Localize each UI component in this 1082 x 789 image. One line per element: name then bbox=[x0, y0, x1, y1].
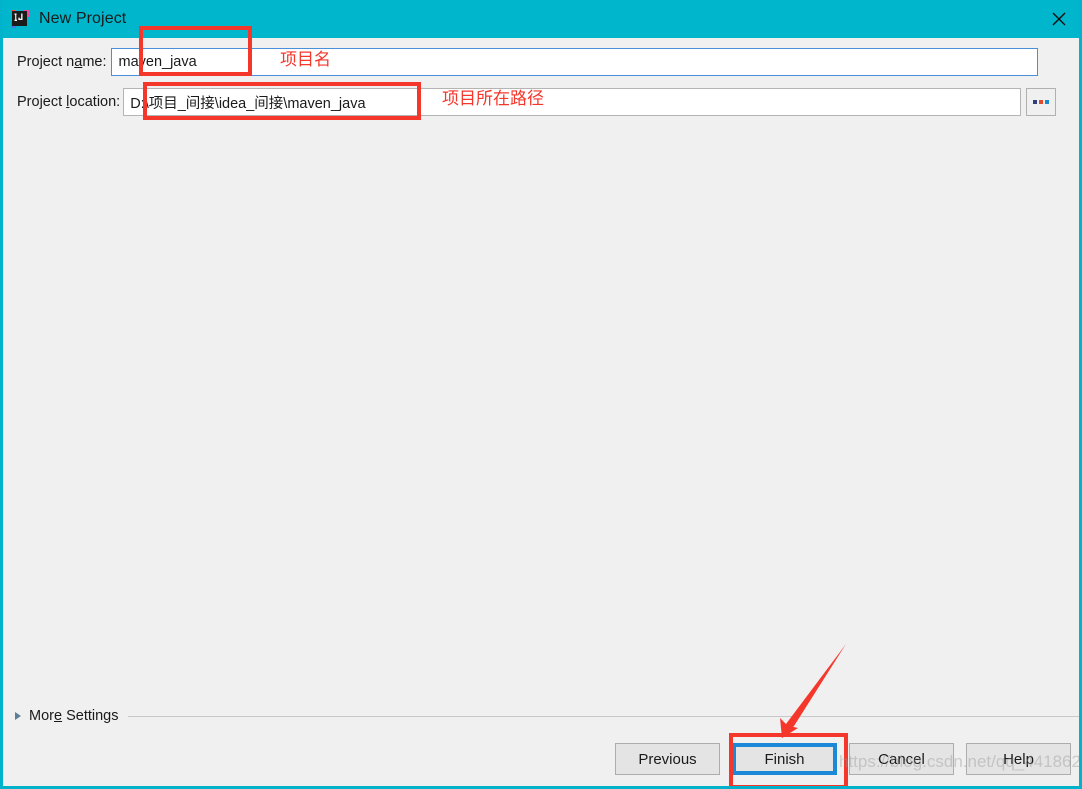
close-icon[interactable] bbox=[1036, 0, 1079, 38]
dialog-button-bar: Previous Finish Cancel Help bbox=[3, 732, 1079, 786]
project-location-input[interactable]: D:\项目_间接\idea_间接\maven_java bbox=[123, 88, 1022, 116]
finish-button[interactable]: Finish bbox=[732, 743, 837, 775]
previous-button[interactable]: Previous bbox=[615, 743, 720, 775]
triangle-right-icon[interactable] bbox=[15, 712, 21, 720]
annotation-text-project-location: 项目所在路径 bbox=[442, 89, 544, 109]
intellij-idea-icon bbox=[11, 10, 29, 28]
project-name-row: Project name: maven_java bbox=[3, 47, 1079, 77]
project-name-input[interactable]: maven_java bbox=[111, 48, 1039, 76]
new-project-dialog: New Project Project name: maven_java Pro… bbox=[0, 0, 1082, 789]
project-name-value: maven_java bbox=[118, 54, 197, 70]
section-divider bbox=[128, 715, 1079, 717]
project-name-label: Project name: bbox=[17, 53, 107, 70]
browse-folder-button[interactable] bbox=[1026, 88, 1057, 116]
window-title: New Project bbox=[39, 10, 127, 27]
annotation-text-project-name: 项目名 bbox=[280, 50, 331, 70]
more-settings-section: More Settings bbox=[3, 704, 1079, 728]
title-bar: New Project bbox=[3, 0, 1079, 38]
more-settings-label[interactable]: More Settings bbox=[29, 709, 118, 724]
ellipsis-icon bbox=[1033, 100, 1038, 104]
project-location-value: D:\项目_间接\idea_间接\maven_java bbox=[130, 95, 366, 112]
cancel-button[interactable]: Cancel bbox=[849, 743, 954, 775]
help-button[interactable]: Help bbox=[966, 743, 1071, 775]
project-location-label: Project location: bbox=[17, 93, 121, 110]
